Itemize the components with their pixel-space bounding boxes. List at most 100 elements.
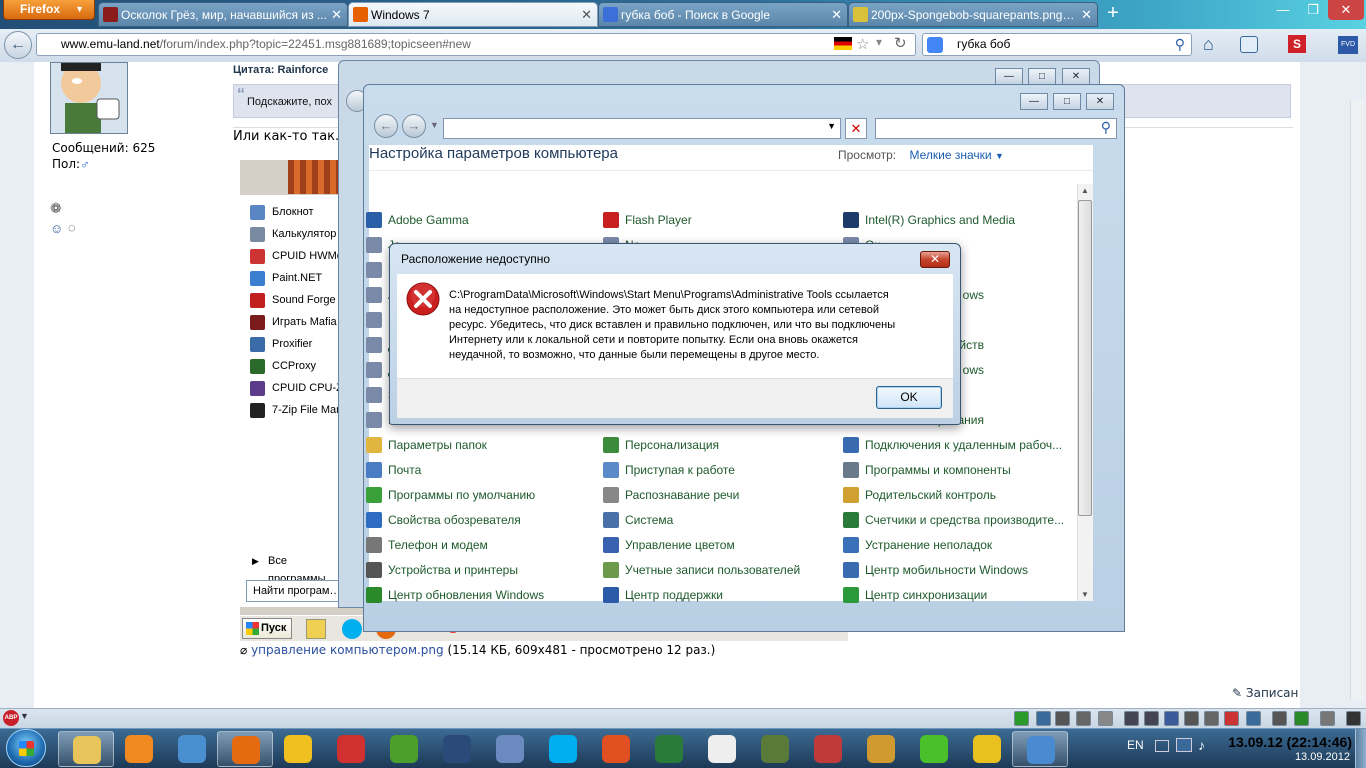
bg-maximize-button[interactable]: □ xyxy=(1028,68,1056,85)
bg-minimize-button[interactable]: — xyxy=(995,68,1023,85)
recent-pages-icon[interactable]: ▼ xyxy=(430,120,439,130)
addon-icon[interactable] xyxy=(1036,711,1051,726)
start-menu-item[interactable]: 7-Zip File Manager xyxy=(246,400,344,420)
home-icon[interactable]: ⌂ xyxy=(1203,34,1223,54)
cp-item[interactable]: Параметры папок xyxy=(366,435,566,455)
chevron-down-icon[interactable]: ▼ xyxy=(827,121,836,131)
cp-search-input[interactable]: ⚲ xyxy=(875,118,1117,139)
start-menu-item[interactable]: CPUID CPU-Z xyxy=(246,378,344,398)
language-indicator[interactable]: EN xyxy=(1127,738,1144,752)
start-menu-item[interactable]: Играть Mafia II xyxy=(246,312,344,332)
taskbar-item[interactable] xyxy=(588,731,644,767)
cp-item[interactable]: Родительский контроль xyxy=(843,485,1073,505)
addon-icon[interactable] xyxy=(1184,711,1199,726)
addon-icon[interactable] xyxy=(1124,711,1139,726)
start-menu-item[interactable]: Paint.NET xyxy=(246,268,344,288)
start-menu-item[interactable]: Калькулятор xyxy=(246,224,344,244)
close-button[interactable]: ✕ xyxy=(1328,0,1364,20)
addon-icon[interactable] xyxy=(1014,711,1029,726)
cp-item[interactable]: Персонализация xyxy=(603,435,813,455)
dropdown-icon[interactable]: ▾ xyxy=(876,35,896,55)
cp-item[interactable]: Программы и компоненты xyxy=(843,460,1073,480)
addon-icon[interactable] xyxy=(1055,711,1070,726)
clock-date[interactable]: 13.09.2012 xyxy=(1252,751,1350,763)
search-icon[interactable]: ⚲ xyxy=(1101,119,1111,136)
cp-item[interactable]: Счетчики и средства производите... xyxy=(843,510,1073,530)
start-orb[interactable] xyxy=(6,729,46,767)
view-value[interactable]: Мелкие значки xyxy=(909,148,991,162)
cp-item[interactable]: Adobe Gamma xyxy=(366,210,566,230)
minimize-button[interactable]: — xyxy=(1268,0,1298,20)
addon-icon[interactable] xyxy=(1224,711,1239,726)
search-icon[interactable]: ⚲ xyxy=(1175,34,1185,55)
volume-icon[interactable]: ♪ xyxy=(1198,737,1205,753)
search-input[interactable]: губка боб ⚲ xyxy=(922,33,1192,56)
taskbar-item[interactable] xyxy=(906,731,962,767)
cp-item[interactable]: Центр синхронизации xyxy=(843,585,1073,605)
chevron-down-icon[interactable]: ▼ xyxy=(995,151,1004,161)
cp-back-button[interactable]: ← xyxy=(374,114,398,138)
close-icon[interactable]: ✕ xyxy=(581,3,592,27)
taskbar-item[interactable] xyxy=(111,731,167,767)
taskbar-item[interactable] xyxy=(429,731,485,767)
cp-item[interactable]: Центр обновления Windows xyxy=(366,585,566,605)
chevron-down-icon[interactable]: ▼ xyxy=(20,711,29,721)
addon-icon[interactable] xyxy=(1320,711,1335,726)
taskbar-item[interactable] xyxy=(641,731,697,767)
taskbar-item[interactable] xyxy=(58,731,114,767)
browser-tab[interactable]: губка боб - Поиск в Google ✕ xyxy=(598,2,848,27)
cp-item[interactable]: Подключения к удаленным рабоч... xyxy=(843,435,1073,455)
taskbar-item[interactable] xyxy=(694,731,750,767)
action-center-icon[interactable] xyxy=(1155,740,1169,752)
start-menu-item[interactable]: Блокнот xyxy=(246,202,344,222)
taskbar-item[interactable] xyxy=(270,731,326,767)
start-menu-item[interactable]: Proxifier xyxy=(246,334,344,354)
cp-item[interactable]: Учетные записи пользователей xyxy=(603,560,813,580)
attachment[interactable]: ⌀ управление компьютером.png (15.14 КБ, … xyxy=(240,643,715,657)
cp-item[interactable]: Программы по умолчанию xyxy=(366,485,566,505)
cp-close-button[interactable]: ✕ xyxy=(1086,93,1114,110)
addon-icon[interactable] xyxy=(1076,711,1091,726)
show-desktop-button[interactable] xyxy=(1355,729,1366,768)
start-button[interactable]: Пуск xyxy=(242,618,292,639)
message-icon[interactable]: ◌ xyxy=(68,220,76,235)
taskbar-item[interactable] xyxy=(164,731,220,767)
browser-tab[interactable]: Windows 7 ✕ xyxy=(348,2,598,27)
firefox-menu-button[interactable]: Firefox ▼ xyxy=(3,0,95,20)
addon-icon[interactable] xyxy=(1294,711,1309,726)
cp-item[interactable]: Центр поддержки xyxy=(603,585,813,605)
attachment-link[interactable]: управление компьютером.png xyxy=(251,643,444,657)
all-programs-button[interactable]: ▶ Все программы xyxy=(246,552,344,585)
ok-button[interactable]: OK xyxy=(876,386,942,409)
maximize-button[interactable]: ❐ xyxy=(1298,0,1328,20)
cp-item[interactable]: Flash Player xyxy=(603,210,813,230)
taskbar-item[interactable] xyxy=(217,731,273,767)
addon-icon[interactable] xyxy=(1098,711,1113,726)
taskbar-item[interactable] xyxy=(482,731,538,767)
skype-icon[interactable] xyxy=(342,619,362,639)
bg-close-button[interactable]: ✕ xyxy=(1062,68,1090,85)
language-flag-icon[interactable] xyxy=(834,37,852,50)
cp-maximize-button[interactable]: □ xyxy=(1053,93,1081,110)
cp-view-selector[interactable]: Просмотр: Мелкие значки ▼ xyxy=(838,148,1004,162)
cp-item[interactable]: Распознавание речи xyxy=(603,485,813,505)
addon-s-icon[interactable]: S xyxy=(1288,35,1306,53)
bookmarks-icon[interactable] xyxy=(1240,36,1258,53)
new-tab-button[interactable]: + xyxy=(1100,3,1126,25)
browser-tab[interactable]: Осколок Грёз, мир, начавшийся из ... ✕ xyxy=(98,2,348,27)
google-icon[interactable] xyxy=(927,37,943,53)
addon-icon[interactable] xyxy=(1272,711,1287,726)
start-search-input[interactable]: Найти программы и файлы xyxy=(246,580,344,602)
cp-minimize-button[interactable]: — xyxy=(1020,93,1048,110)
back-button[interactable]: ← xyxy=(4,31,32,59)
taskbar-item[interactable] xyxy=(853,731,909,767)
profile-icon[interactable]: ❁ xyxy=(50,200,62,217)
cp-address-bar[interactable]: ▼ xyxy=(443,118,841,139)
addon-icon[interactable] xyxy=(1144,711,1159,726)
cp-item[interactable]: Приступая к работе xyxy=(603,460,813,480)
cp-item[interactable]: Устройства и принтеры xyxy=(366,560,566,580)
dialog-close-button[interactable]: ✕ xyxy=(920,251,950,268)
cp-item[interactable]: Система xyxy=(603,510,813,530)
addon-icon[interactable] xyxy=(1164,711,1179,726)
browser-tab[interactable]: 200px-Spongebob-squarepants.png (... ✕ xyxy=(848,2,1098,27)
